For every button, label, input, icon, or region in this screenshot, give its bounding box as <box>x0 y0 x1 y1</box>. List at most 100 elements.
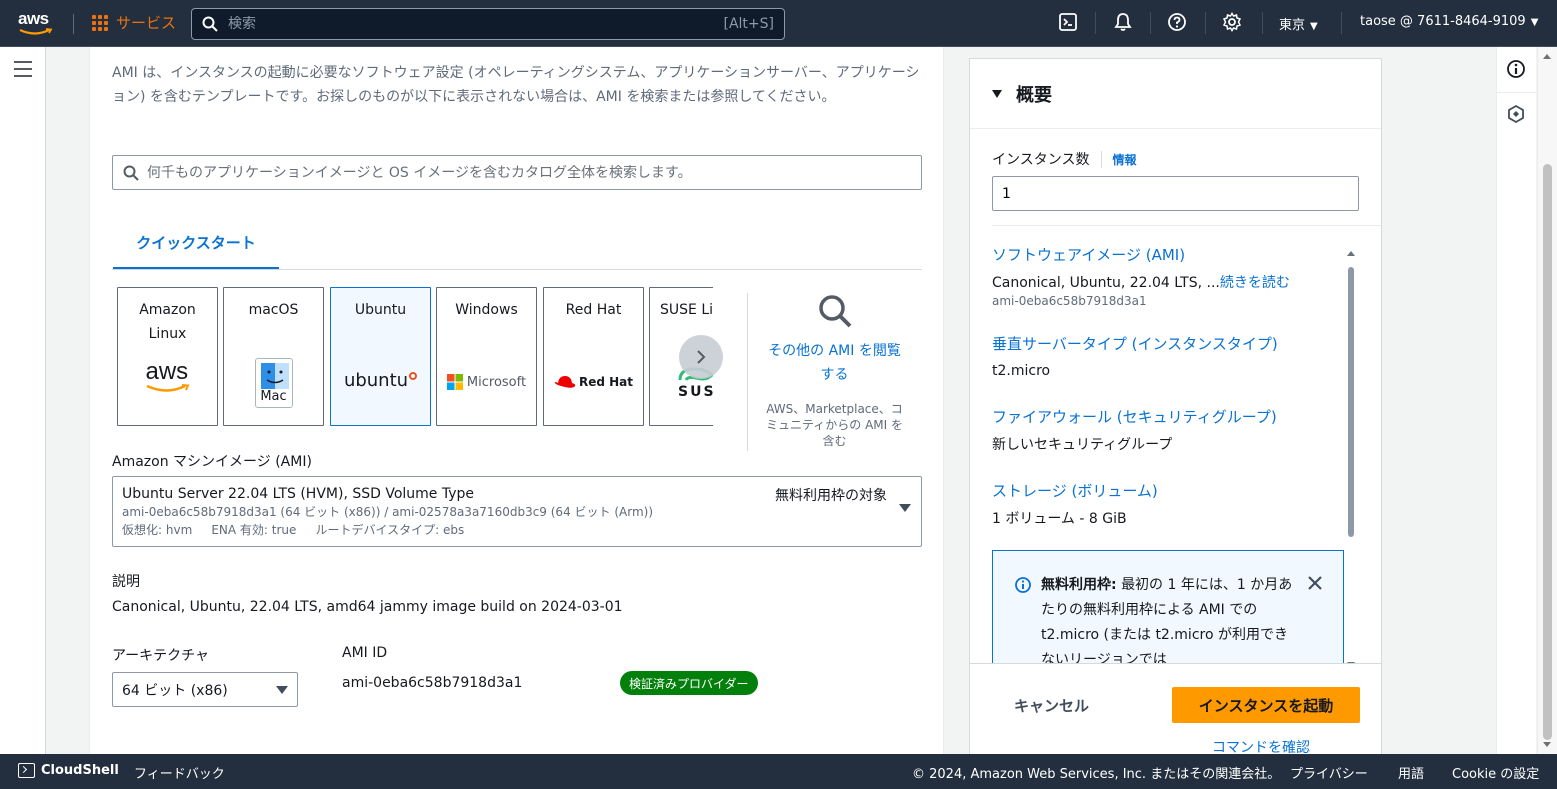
ami-select-label: Amazon マシンイメージ (AMI) <box>112 454 312 470</box>
info-panel-icon[interactable] <box>1506 59 1528 81</box>
search-shortcut-hint: [Alt+S] <box>723 16 775 32</box>
browse-more-amis-link[interactable]: その他の AMI を閲覧する <box>762 339 907 387</box>
feedback-link[interactable]: フィードバック <box>134 763 225 782</box>
ami-id-value: ami-0eba6c58b7918d3a1 <box>342 675 523 691</box>
ami-description: AMI は、インスタンスの起動に必要なソフトウェア設定 (オペレーティングシステ… <box>112 65 920 105</box>
tab-divider <box>112 269 922 270</box>
help-icon[interactable] <box>1167 12 1189 34</box>
nav-divider <box>1150 12 1151 34</box>
os-card-label: Windows <box>455 302 518 318</box>
chevron-right-icon <box>697 350 706 364</box>
region-selector[interactable]: 東京 ▼ <box>1279 14 1318 33</box>
services-menu-button[interactable]: サービス <box>92 12 176 33</box>
aws-smile-icon <box>19 28 53 35</box>
nav-divider <box>1341 12 1342 34</box>
instance-type-link[interactable]: 垂直サーバータイプ (インスタンスタイプ) <box>992 333 1278 354</box>
read-more-link[interactable]: 続きを読む <box>1220 275 1290 291</box>
software-image-value: Canonical, Ubuntu, 22.04 LTS, ...続きを読む <box>992 272 1290 292</box>
region-label: 東京 <box>1279 18 1306 33</box>
global-search[interactable]: [Alt+S] <box>191 8 785 40</box>
mac-logo-text: Mac <box>260 389 287 404</box>
account-label: taose @ 7611-8464-9109 <box>1360 14 1526 29</box>
instance-count-label-text: インスタンス数 <box>992 152 1090 168</box>
launch-instance-button[interactable]: インスタンスを起動 <box>1172 687 1360 723</box>
description-label: 説明 <box>112 574 140 590</box>
storage-value: 1 ボリューム - 8 GiB <box>992 511 1127 527</box>
search-icon <box>123 165 139 181</box>
left-rail <box>0 47 46 754</box>
ami-select[interactable]: Ubuntu Server 22.04 LTS (HVM), SSD Volum… <box>112 476 922 547</box>
instance-count-input[interactable] <box>992 176 1359 211</box>
os-quickstart-carousel: Amazon Linux aws macOS Mac Ubuntu ubuntu <box>117 287 713 427</box>
summary-actions: キャンセル インスタンスを起動 コマンドを確認 <box>970 663 1381 754</box>
architecture-select[interactable]: 64 ビット (x86) <box>112 672 298 707</box>
cancel-button[interactable]: キャンセル <box>994 689 1109 722</box>
os-card-macos[interactable]: macOS Mac <box>223 287 324 426</box>
os-card-label: Ubuntu <box>354 302 407 318</box>
os-card-label: macOS <box>248 302 299 318</box>
scroll-down-icon[interactable] <box>1543 742 1551 747</box>
caret-down-icon <box>992 89 1002 98</box>
page-scrollbar[interactable] <box>1537 47 1557 754</box>
nav-divider <box>1095 12 1096 34</box>
os-card-label: Red Hat <box>565 302 622 318</box>
storage-link[interactable]: ストレージ (ボリューム) <box>992 480 1158 501</box>
firewall-value: 新しいセキュリティグループ <box>992 437 1173 453</box>
catalog-search[interactable] <box>112 155 922 190</box>
os-card-ubuntu[interactable]: Ubuntu ubuntu <box>330 287 431 426</box>
review-commands-link[interactable]: コマンドを確認 <box>1212 737 1310 754</box>
aws-logo-text: aws <box>18 9 49 28</box>
scrollbar-thumb[interactable] <box>1348 267 1354 537</box>
scroll-up-icon[interactable] <box>1543 54 1551 59</box>
global-search-input[interactable] <box>228 16 724 32</box>
catalog-search-input[interactable] <box>147 164 911 181</box>
suse-logo-text: SUS <box>678 384 713 400</box>
cloudshell-button[interactable]: CloudShell <box>18 763 119 778</box>
privacy-link[interactable]: プライバシー <box>1290 763 1368 782</box>
terms-link[interactable]: 用語 <box>1398 763 1424 782</box>
info-icon <box>1015 577 1031 593</box>
hexagon-icon[interactable] <box>1506 104 1528 126</box>
os-card-amazon-linux[interactable]: Amazon Linux aws <box>117 287 218 426</box>
info-link[interactable]: 情報 <box>1101 150 1136 168</box>
os-card-windows[interactable]: Windows Microsoft <box>436 287 537 426</box>
right-rail-divider <box>1497 92 1537 93</box>
scroll-up-icon[interactable] <box>1347 251 1355 256</box>
firewall-link[interactable]: ファイアウォール (セキュリティグループ) <box>992 406 1277 427</box>
settings-icon[interactable] <box>1222 12 1244 34</box>
cloudshell-icon <box>18 763 35 778</box>
software-image-link[interactable]: ソフトウェアイメージ (AMI) <box>992 244 1185 265</box>
account-menu[interactable]: taose @ 7611-8464-9109 ▼ <box>1360 14 1538 29</box>
close-icon[interactable] <box>1307 575 1323 591</box>
search-icon <box>202 16 218 32</box>
tab-quickstart[interactable]: クイックスタート <box>113 217 279 270</box>
top-navigation: aws サービス [Alt+S] 東京 ▼ taose @ 7611-8464-9… <box>0 0 1557 47</box>
instance-count-label: インスタンス数 情報 <box>992 149 1136 169</box>
redhat-logo-text: Red Hat <box>578 375 634 389</box>
summary-panel: 概要 インスタンス数 情報 ソフトウェアイメージ (AMI) Canonical… <box>969 58 1382 754</box>
menu-icon[interactable] <box>14 61 32 77</box>
os-card-label: Amazon Linux <box>139 302 196 342</box>
caret-down-icon <box>899 504 911 512</box>
architecture-label: アーキテクチャ <box>112 648 210 664</box>
summary-scrollbar[interactable] <box>1346 251 1356 667</box>
os-card-redhat[interactable]: Red Hat Red Hat <box>543 287 644 426</box>
bell-icon[interactable] <box>1113 12 1135 34</box>
cloudshell-icon[interactable] <box>1058 12 1080 34</box>
scrollbar-thumb[interactable] <box>1543 164 1552 740</box>
copyright-text: © 2024, Amazon Web Services, Inc. またはその関… <box>912 767 1281 782</box>
services-label: サービス <box>116 14 177 32</box>
redhat-logo-icon: Red Hat <box>544 374 643 390</box>
nav-separator <box>73 14 74 34</box>
free-tier-alert: 無料利用枠: 最初の 1 年には、1 か月あたりの無料利用枠による AMI での… <box>992 550 1344 670</box>
ubuntu-logo-icon: ubuntu <box>331 370 430 391</box>
cookie-settings-link[interactable]: Cookie の設定 <box>1452 763 1539 782</box>
ami-selection-panel: AMI は、インスタンスの起動に必要なソフトウェア設定 (オペレーティングシステ… <box>89 47 944 754</box>
console-footer: CloudShell フィードバック © 2024, Amazon Web Se… <box>0 754 1557 789</box>
nav-divider <box>1205 12 1206 34</box>
aws-logo[interactable]: aws <box>18 9 58 37</box>
carousel-next-button[interactable] <box>679 335 723 379</box>
services-grid-icon <box>92 14 108 31</box>
summary-toggle[interactable]: 概要 <box>970 59 1381 129</box>
cloudshell-label: CloudShell <box>41 763 119 778</box>
